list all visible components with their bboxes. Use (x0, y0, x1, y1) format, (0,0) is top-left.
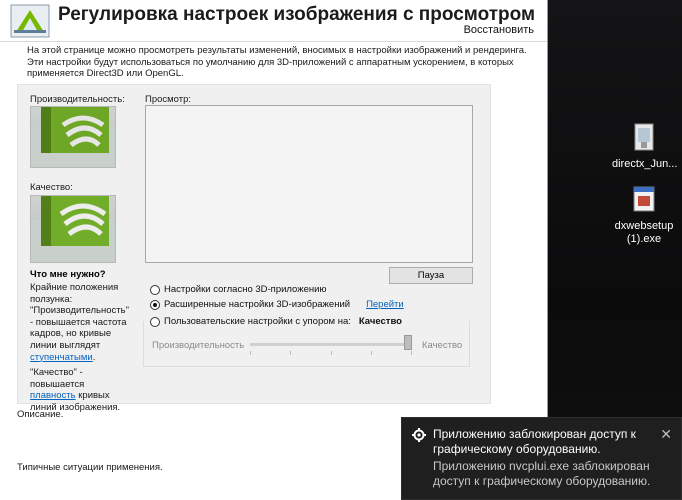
notification-title: Приложению заблокирован доступ к графиче… (433, 427, 636, 456)
slider-tick (331, 351, 332, 355)
radio-app-settings[interactable]: Настройки согласно 3D-приложению (150, 284, 327, 295)
slider-right-label: Качество (422, 340, 463, 351)
slider-left-label: Производительность (152, 340, 245, 351)
radio-icon[interactable] (150, 284, 160, 295)
slider-tick (250, 351, 251, 355)
smoothness-link[interactable]: плавность (30, 390, 76, 401)
pause-button[interactable]: Пауза (389, 267, 473, 284)
radio-label: Расширенные настройки 3D-изображений (164, 299, 351, 310)
slider-tick (371, 351, 372, 355)
radio-advanced-settings[interactable]: Расширенные настройки 3D-изображений Пер… (150, 299, 404, 310)
notification-body: Приложению nvcplui.exe заблокирован дост… (433, 459, 651, 488)
settings-gear-icon (412, 428, 426, 442)
page-description: На этой странице можно просмотреть резул… (27, 45, 527, 79)
restore-defaults-link[interactable]: Восстановить (464, 24, 534, 36)
quality-thumbnail (30, 195, 116, 263)
radio-label: Настройки согласно 3D-приложению (164, 284, 327, 295)
quality-slider-track[interactable] (250, 343, 412, 346)
nvidia-settings-logo-icon (10, 4, 50, 38)
page-title: Регулировка настроек изображения с просм… (58, 4, 536, 25)
help-text: Крайние положения ползунка: "Производите… (30, 282, 129, 351)
settings-panel: Производительность: Качество: Что мне ну… (17, 84, 491, 413)
preview-area (145, 105, 473, 263)
help-text-quality: "Качество" - повышается плавность кривых… (30, 367, 130, 413)
desktop-icon-label: directx_Jun... (612, 158, 678, 170)
performance-label: Производительность: (30, 94, 125, 105)
quality-label: Качество: (30, 182, 73, 193)
radio-selected-icon[interactable] (150, 299, 160, 310)
help-text: "Качество" - повышается (30, 367, 85, 390)
desktop-icon-dxwebsetup[interactable]: dxwebsetup (1).exe (612, 184, 676, 246)
slider-tick (411, 351, 412, 355)
usage-label: Типичные ситуации применения. (17, 462, 163, 473)
jagged-link[interactable]: ступенчатыми (30, 352, 93, 363)
slider-tick (290, 351, 291, 355)
quality-slider-thumb[interactable] (404, 335, 412, 350)
description-label: Описание. (17, 409, 64, 420)
help-title: Что мне нужно? (30, 269, 106, 280)
page-header: Регулировка настроек изображения с просм… (0, 0, 547, 42)
preview-label: Просмотр: (145, 94, 192, 105)
help-text: . (92, 351, 96, 363)
installer-exe-icon (629, 184, 659, 216)
close-icon[interactable]: ✕ (660, 427, 672, 441)
desktop-icon-directx[interactable]: directx_Jun... (612, 122, 678, 171)
performance-thumbnail (30, 106, 116, 168)
help-text-performance: Крайние положения ползунка: "Производите… (30, 282, 130, 363)
desktop-icon-label: dxwebsetup (1).exe (614, 220, 674, 245)
go-advanced-link[interactable]: Перейти (366, 299, 404, 310)
notification-toast[interactable]: Приложению заблокирован доступ к графиче… (401, 417, 682, 500)
archive-file-icon (629, 122, 659, 154)
